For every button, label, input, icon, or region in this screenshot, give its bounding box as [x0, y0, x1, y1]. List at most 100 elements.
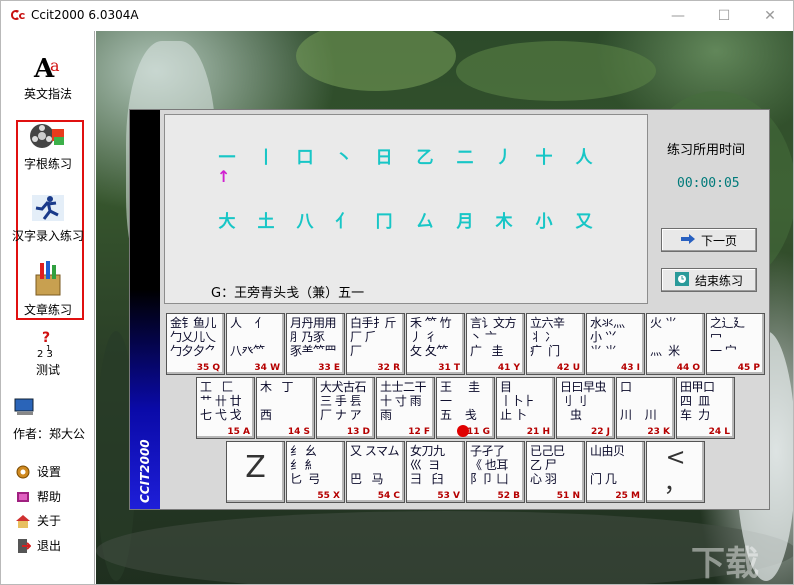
app-logo-icon — [11, 10, 25, 20]
sidebar-label-hanzi-input: 汉字录入练习 — [11, 229, 84, 243]
key-code: 11 G — [466, 427, 490, 437]
key-code: 12 F — [408, 427, 430, 437]
key-n[interactable]: 已己巳 乙 尸 心 羽 51 N — [526, 441, 585, 503]
close-button[interactable]: ✕ — [747, 1, 793, 31]
exercise-char: 乙 — [416, 148, 434, 168]
key-code: 14 S — [287, 427, 310, 437]
minimize-button[interactable]: — — [655, 1, 701, 31]
key-v[interactable]: 女刀九 巛 ヨ 彐 臼 53 V — [406, 441, 465, 503]
key-radicals: 已己巳 乙 尸 心 羽 — [530, 444, 565, 486]
key-e[interactable]: 月丹用用 ⺼乃豕 豕⺷⺮⺲ 33 E — [286, 313, 345, 375]
key-q[interactable]: 金钅鱼儿 勹乂儿乀 勹夕夕⺈ 35 Q — [166, 313, 225, 375]
book-icon — [15, 489, 31, 505]
key-code: 13 D — [346, 427, 370, 437]
key-code: 34 W — [254, 363, 280, 373]
exercise-char: 厶 — [416, 212, 434, 232]
sidebar-label-article-practice: 文章练习 — [23, 303, 72, 317]
key-radicals: 子孑了 《 也耳 阝卩 凵 — [470, 444, 508, 486]
sidebar-item-english-guide[interactable]: A a 英文指法 — [1, 51, 95, 102]
exit-label: 退出 — [37, 539, 62, 553]
key-i[interactable]: 水氺⺣ 小 ⺍ ⺌ ⺌ 43 I — [586, 313, 645, 375]
key-code: 23 K — [647, 427, 670, 437]
key-radicals: 工 匚 艹 卄 廿 七 弋 戈 — [200, 380, 242, 422]
key-o[interactable]: 火 ⺌ ⺣ 米 44 O — [646, 313, 705, 375]
key-radicals: 言讠文方 丶 亠 广 圭 — [470, 316, 517, 358]
key-y[interactable]: 言讠文方 丶 亠 广 圭 41 Y — [466, 313, 525, 375]
key-g[interactable]: 王 圭 一 五 戋 11 G — [436, 377, 495, 439]
key-l[interactable]: 田甲口 四 皿 车 力 24 L — [676, 377, 735, 439]
key-t[interactable]: 禾 ⺮ 竹 丿 彳 攵 夂⺮ 31 T — [406, 313, 465, 375]
finish-clock-icon — [674, 271, 689, 289]
key-z[interactable]: Z — [226, 441, 285, 503]
key-code: 24 L — [708, 427, 730, 437]
key-code: 22 J — [590, 427, 610, 437]
key-radicals: 王 圭 一 五 戋 — [440, 380, 480, 422]
computer-icon — [14, 398, 34, 415]
exercise-char: 八 — [296, 212, 314, 232]
exercise-char: 土 — [257, 212, 275, 232]
key-w[interactable]: 人 亻 八癶⺮ 34 W — [226, 313, 285, 375]
sidebar-item-article-practice[interactable]: 文章练习 — [1, 259, 95, 318]
key-radicals: 田甲口 四 皿 车 力 — [680, 380, 715, 422]
key-a[interactable]: 工 匚 艹 卄 廿 七 弋 戈 15 A — [196, 377, 255, 439]
key-f[interactable]: 土士二干 十 寸 雨 雨 12 F — [376, 377, 435, 439]
gear-icon — [15, 464, 31, 480]
key-radicals: 山由贝 门 几 — [590, 444, 625, 486]
key-radicals: 日曰早虫 刂 刂 虫 — [560, 380, 607, 422]
key-p[interactable]: 之辶廴 冖 一 宀 45 P — [706, 313, 765, 375]
key-code: 15 A — [227, 427, 250, 437]
sidebar-item-exit[interactable]: 退出 — [15, 537, 61, 554]
svg-text:1: 1 — [46, 344, 51, 353]
finish-practice-button[interactable]: 结束练习 — [661, 268, 757, 292]
next-page-button[interactable]: 下一页 — [661, 228, 757, 252]
key-u[interactable]: 立六辛 丬 冫 疒 门 42 U — [526, 313, 585, 375]
key-j[interactable]: 日曰早虫 刂 刂 虫 22 J — [556, 377, 615, 439]
exercise-char: 小 — [535, 212, 553, 232]
key-comma[interactable]: < ， — [646, 441, 705, 503]
maximize-button[interactable]: ☐ — [701, 1, 747, 31]
sidebar-label-test: 测试 — [35, 363, 60, 377]
key-h[interactable]: 目 丨卜⺊ 止 卜 21 H — [496, 377, 555, 439]
finish-practice-label: 结束练习 — [694, 273, 743, 288]
key-code: 32 R — [377, 363, 400, 373]
key-m[interactable]: 山由贝 门 几 25 M — [586, 441, 645, 503]
key-radicals: 纟 幺 纟 ⺯ 匕 弓 — [290, 444, 320, 486]
key-code: 53 V — [437, 491, 460, 501]
key-d[interactable]: 大犬古石 三 手 镸 厂 ナ ア 13 D — [316, 377, 375, 439]
exercise-char: 木 — [495, 212, 513, 232]
sidebar-item-test[interactable]: ? 2 3 1 测试 — [1, 329, 95, 378]
key-r[interactable]: 白手扌斤 厂 ⺁ 厂 32 R — [346, 313, 405, 375]
key-radicals: 目 丨卜⺊ 止 卜 — [500, 380, 535, 422]
sidebar-item-about[interactable]: 关于 — [15, 512, 61, 529]
exercise-char: 二 — [456, 148, 474, 168]
title-bar: Ccit2000 6.0304A — ☐ ✕ — [1, 1, 793, 31]
exercise-char: 丶 — [335, 148, 353, 168]
key-code: 44 O — [676, 363, 700, 373]
watermark-text: 下载吧 — [691, 544, 759, 584]
key-code: 55 X — [317, 491, 340, 501]
sidebar-item-help[interactable]: 帮助 — [15, 488, 61, 505]
key-k[interactable]: 口 川 川 23 K — [616, 377, 675, 439]
key-code: 54 C — [377, 491, 400, 501]
key-code: 42 U — [557, 363, 580, 373]
key-code: 41 Y — [497, 363, 520, 373]
author-label: 作者：郑大公 — [13, 427, 86, 441]
sidebar-item-settings[interactable]: 设置 — [15, 463, 61, 480]
sidebar-item-hanzi-input[interactable]: 汉字录入练习 — [1, 191, 95, 244]
exercise-char: 冂 — [375, 212, 393, 232]
key-s[interactable]: 木 丁 西 14 S — [256, 377, 315, 439]
key-hint-text: G：王旁青头戋（兼）五一 — [211, 286, 365, 301]
key-radicals: 立六辛 丬 冫 疒 门 — [530, 316, 565, 358]
key-c[interactable]: 又 スマム 巴 马 54 C — [346, 441, 405, 503]
exercise-char: 月 — [456, 212, 474, 232]
key-x[interactable]: 纟 幺 纟 ⺯ 匕 弓 55 X — [286, 441, 345, 503]
exit-door-icon — [15, 538, 32, 554]
sidebar-item-radical-practice[interactable]: 字根练习 — [1, 119, 95, 172]
exercise-char: 丿 — [495, 148, 513, 168]
key-comma-label: < ， — [663, 443, 688, 497]
key-radicals: 木 丁 西 — [260, 380, 293, 422]
exercise-char: 口 — [296, 148, 314, 168]
key-radicals: 又 スマム 巴 马 — [350, 444, 399, 486]
key-b[interactable]: 子孑了 《 也耳 阝卩 凵 52 B — [466, 441, 525, 503]
key-code: 51 N — [556, 491, 580, 501]
